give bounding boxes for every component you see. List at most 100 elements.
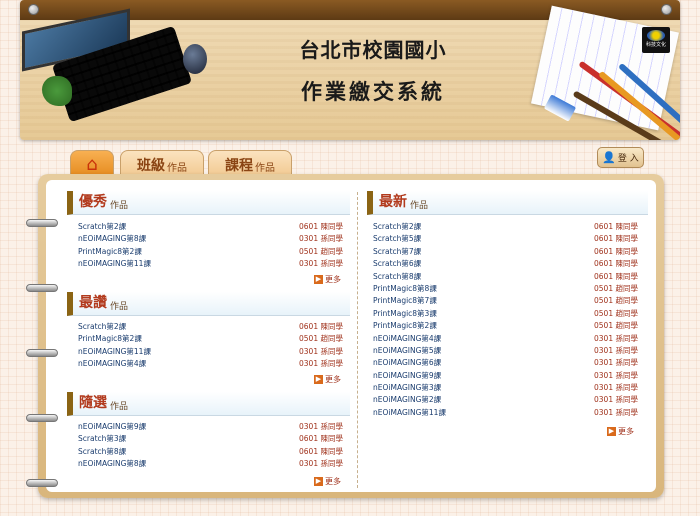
work-link[interactable]: nEOiMAGING第3課 <box>373 382 441 394</box>
student-link[interactable]: 0301 孫同學 <box>594 345 638 357</box>
more-label: 更多 <box>325 375 341 384</box>
brand-logo[interactable]: 科技文化 <box>642 27 670 53</box>
list-item: Scratch第2課 0601 陳同學 <box>78 221 343 233</box>
student-link[interactable]: 0301 孫同學 <box>299 258 343 270</box>
screw-icon <box>28 4 39 15</box>
latest-list: Scratch第2課 0601 陳同學 Scratch第5課 0601 陳同學 Sc… <box>373 221 638 419</box>
section-subtitle: 作品 <box>110 402 129 412</box>
arrow-right-icon: ▶ <box>314 375 323 384</box>
student-link[interactable]: 0301 孫同學 <box>299 346 343 358</box>
student-link[interactable]: 0301 孫同學 <box>299 233 343 245</box>
student-link[interactable]: 0301 孫同學 <box>594 382 638 394</box>
student-link[interactable]: 0501 趙同學 <box>594 283 638 295</box>
more-link-popular[interactable]: ▶ 更多 <box>314 374 341 385</box>
section-header-random: 隨選 作品 <box>67 392 350 416</box>
work-link[interactable]: nEOiMAGING第8課 <box>78 233 146 245</box>
list-item: Scratch第5課 0601 陳同學 <box>373 233 638 245</box>
work-link[interactable]: Scratch第8課 <box>373 271 421 283</box>
site-title: 台北市校園國小 <box>299 38 447 62</box>
student-link[interactable]: 0301 孫同學 <box>299 458 343 470</box>
login-button[interactable]: 👤 登 入 <box>597 147 644 168</box>
list-item: nEOiMAGING第9課 0301 孫同學 <box>78 421 343 433</box>
work-link[interactable]: Scratch第8課 <box>78 446 126 458</box>
work-link[interactable]: nEOiMAGING第9課 <box>78 421 146 433</box>
work-link[interactable]: nEOiMAGING第6課 <box>373 357 441 369</box>
student-link[interactable]: 0601 陳同學 <box>594 246 638 258</box>
more-link-latest[interactable]: ▶ 更多 <box>607 426 634 437</box>
student-link[interactable]: 0501 趙同學 <box>299 246 343 258</box>
work-link[interactable]: nEOiMAGING第9課 <box>373 370 441 382</box>
screw-icon <box>661 4 672 15</box>
work-link[interactable]: PrintMagic8第2課 <box>78 246 142 258</box>
section-title: 最讚 <box>79 295 107 311</box>
work-link[interactable]: nEOiMAGING第4課 <box>78 358 146 370</box>
student-link[interactable]: 0301 孫同學 <box>594 407 638 419</box>
work-link[interactable]: nEOiMAGING第11課 <box>78 346 151 358</box>
more-link-excellent[interactable]: ▶ 更多 <box>314 274 341 285</box>
work-link[interactable]: PrintMagic8第3課 <box>373 308 437 320</box>
more-label: 更多 <box>325 477 341 486</box>
student-link[interactable]: 0501 趙同學 <box>299 333 343 345</box>
list-item: nEOiMAGING第2課 0301 孫同學 <box>373 394 638 406</box>
work-link[interactable]: Scratch第2課 <box>78 321 126 333</box>
work-link[interactable]: nEOiMAGING第11課 <box>78 258 151 270</box>
excellent-list: Scratch第2課 0601 陳同學 nEOiMAGING第8課 0301 孫同學… <box>78 221 343 271</box>
list-item: PrintMagic8第2課 0501 趙同學 <box>78 246 343 258</box>
work-link[interactable]: Scratch第3課 <box>78 433 126 445</box>
student-link[interactable]: 0601 陳同學 <box>594 221 638 233</box>
site-subtitle: 作業繳交系統 <box>301 80 445 104</box>
work-link[interactable]: PrintMagic8第2課 <box>373 320 437 332</box>
work-link[interactable]: Scratch第7課 <box>373 246 421 258</box>
list-item: Scratch第2課 0601 陳同學 <box>373 221 638 233</box>
work-link[interactable]: nEOiMAGING第5課 <box>373 345 441 357</box>
work-link[interactable]: PrintMagic8第2課 <box>78 333 142 345</box>
work-link[interactable]: Scratch第5課 <box>373 233 421 245</box>
student-link[interactable]: 0601 陳同學 <box>299 321 343 333</box>
work-link[interactable]: PrintMagic8第8課 <box>373 283 437 295</box>
column-divider <box>357 192 358 488</box>
student-link[interactable]: 0501 趙同學 <box>594 308 638 320</box>
list-item: Scratch第3課 0601 陳同學 <box>78 433 343 445</box>
student-link[interactable]: 0301 孫同學 <box>299 421 343 433</box>
student-link[interactable]: 0601 陳同學 <box>299 446 343 458</box>
more-label: 更多 <box>325 275 341 284</box>
list-item: PrintMagic8第2課 0501 趙同學 <box>373 320 638 332</box>
student-link[interactable]: 0301 孫同學 <box>594 333 638 345</box>
list-item: nEOiMAGING第4課 0301 孫同學 <box>78 358 343 370</box>
work-link[interactable]: Scratch第6課 <box>373 258 421 270</box>
student-link[interactable]: 0601 陳同學 <box>594 258 638 270</box>
list-item: Scratch第8課 0601 陳同學 <box>373 271 638 283</box>
student-link[interactable]: 0501 趙同學 <box>594 295 638 307</box>
student-link[interactable]: 0301 孫同學 <box>594 357 638 369</box>
student-link[interactable]: 0601 陳同學 <box>299 433 343 445</box>
student-link[interactable]: 0601 陳同學 <box>594 233 638 245</box>
student-link[interactable]: 0501 趙同學 <box>594 320 638 332</box>
binder-ring <box>26 284 58 292</box>
list-item: nEOiMAGING第8課 0301 孫同學 <box>78 458 343 470</box>
work-link[interactable]: nEOiMAGING第11課 <box>373 407 446 419</box>
student-link[interactable]: 0601 陳同學 <box>299 221 343 233</box>
header-banner: 台北市校園國小 作業繳交系統 科技文化 <box>20 0 680 140</box>
student-link[interactable]: 0301 孫同學 <box>299 358 343 370</box>
list-item: nEOiMAGING第9課 0301 孫同學 <box>373 370 638 382</box>
student-link[interactable]: 0601 陳同學 <box>594 271 638 283</box>
work-link[interactable]: nEOiMAGING第8課 <box>78 458 146 470</box>
work-link[interactable]: PrintMagic8第7課 <box>373 295 437 307</box>
plant-illustration <box>42 76 72 106</box>
popular-list: Scratch第2課 0601 陳同學 PrintMagic8第2課 0501 趙同… <box>78 321 343 371</box>
student-link[interactable]: 0301 孫同學 <box>594 370 638 382</box>
arrow-right-icon: ▶ <box>314 275 323 284</box>
binder-ring <box>26 479 58 487</box>
work-link[interactable]: Scratch第2課 <box>373 221 421 233</box>
student-link[interactable]: 0301 孫同學 <box>594 394 638 406</box>
binder-ring <box>26 349 58 357</box>
list-item: nEOiMAGING第3課 0301 孫同學 <box>373 382 638 394</box>
work-link[interactable]: nEOiMAGING第2課 <box>373 394 441 406</box>
section-subtitle: 作品 <box>110 201 129 211</box>
list-item: PrintMagic8第8課 0501 趙同學 <box>373 283 638 295</box>
work-link[interactable]: nEOiMAGING第4課 <box>373 333 441 345</box>
more-link-random[interactable]: ▶ 更多 <box>314 476 341 487</box>
logo-emblem-icon <box>647 30 665 41</box>
list-item: Scratch第6課 0601 陳同學 <box>373 258 638 270</box>
work-link[interactable]: Scratch第2課 <box>78 221 126 233</box>
